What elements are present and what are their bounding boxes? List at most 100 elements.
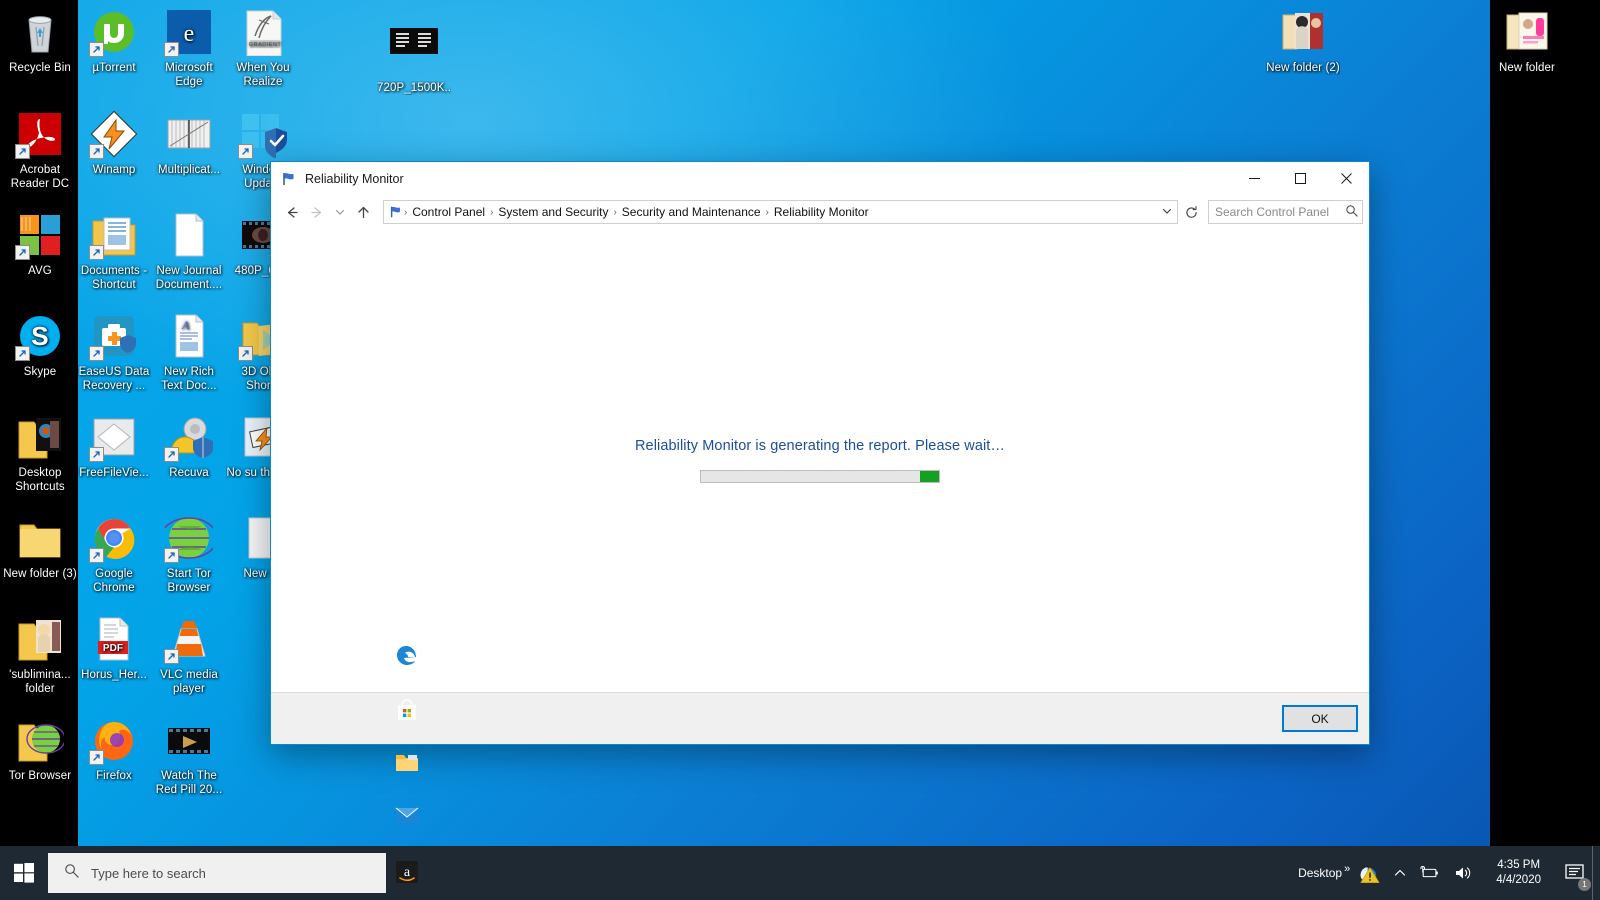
desktop-icon-desktop-shortcuts[interactable]: Desktop Shortcuts <box>3 413 77 494</box>
taskbar-item-mail[interactable] <box>386 792 430 846</box>
desktop-icon-documents-shortcut[interactable]: Documents - Shortcut <box>77 211 151 292</box>
recycle-bin-icon <box>16 8 64 56</box>
minimize-button[interactable] <box>1231 162 1277 194</box>
clock-time: 4:35 PM <box>1497 859 1541 871</box>
reliability-monitor-window[interactable]: Reliability Monitor › Control Panel › Sy… <box>270 161 1370 745</box>
taskbar-item-cortana[interactable] <box>386 522 430 576</box>
breadcrumb-item-security-and-maintenance[interactable]: Security and Maintenance <box>618 203 765 221</box>
shortcut-arrow-icon <box>89 750 104 765</box>
breadcrumb-item-reliability-monitor[interactable]: Reliability Monitor <box>770 203 873 221</box>
taskbar-item-amazon[interactable]: a <box>386 846 430 900</box>
up-button[interactable] <box>351 200 375 224</box>
search-icon[interactable] <box>1345 204 1358 220</box>
svg-text:e: e <box>184 21 195 47</box>
volume-icon[interactable] <box>1447 846 1479 900</box>
flag-icon <box>281 171 297 187</box>
documents-folder-icon <box>89 211 138 260</box>
clock[interactable]: 4:35 PM 4/4/2020 <box>1479 846 1558 900</box>
desktop-icon-skype[interactable]: S Skype <box>3 312 77 379</box>
desktop-icon-freefilevie[interactable]: FreeFileVie... <box>77 413 151 480</box>
tray-chevron-up-icon[interactable] <box>1387 846 1413 900</box>
back-button[interactable] <box>279 200 303 224</box>
shortcut-arrow-icon <box>238 144 253 159</box>
desktop-icon-recuva[interactable]: Recuva <box>152 413 226 480</box>
desktop-icon-new-folder-3[interactable]: New folder (3) <box>3 514 77 581</box>
desktop-icon-label: Skype <box>23 366 57 378</box>
tray-desktop-peek[interactable]: Desktop » <box>1291 846 1352 900</box>
refresh-icon[interactable] <box>1180 201 1202 223</box>
desktop-icon-new-journal-document[interactable]: New Journal Document.... <box>152 211 226 292</box>
ok-button[interactable]: OK <box>1282 705 1358 732</box>
desktop-icon-recycle-bin[interactable]: Recycle Bin <box>3 8 77 75</box>
show-desktop-button[interactable] <box>1592 846 1600 900</box>
desktop-icon-start-tor-browser[interactable]: Start Tor Browser <box>152 514 226 595</box>
breadcrumb-item-system-and-security[interactable]: System and Security <box>494 203 612 221</box>
forward-button[interactable] <box>305 200 329 224</box>
desktop-icon-easeus-data-recovery[interactable]: EaseUS Data Recovery ... <box>77 312 151 393</box>
window-titlebar[interactable]: Reliability Monitor <box>271 162 1369 195</box>
start-button[interactable] <box>0 846 48 900</box>
tray-overflow-icon[interactable]: » <box>1342 863 1350 883</box>
taskbar-item-file-explorer[interactable] <box>386 738 430 792</box>
desktop-icon-firefox[interactable]: Firefox <box>77 716 151 783</box>
flag-icon <box>389 205 403 219</box>
edge-tile-icon: e <box>164 8 213 57</box>
desktop-icon-label: New Rich Text Doc... <box>161 366 217 392</box>
folder-tor-icon <box>16 716 66 764</box>
search-input[interactable] <box>1215 205 1345 219</box>
action-center-icon[interactable]: 1 <box>1558 846 1592 900</box>
gradient-doc-icon: GRADIENT <box>239 8 287 57</box>
desktop-icon-multiplicat[interactable]: Multiplicat... <box>152 110 226 177</box>
close-button[interactable] <box>1323 162 1369 194</box>
taskbar-item-microsoft-store[interactable] <box>386 684 430 738</box>
taskbar-search-box[interactable]: Type here to search <box>48 853 386 893</box>
maximize-button[interactable] <box>1277 162 1323 194</box>
window-content-area: Reliability Monitor is generating the re… <box>271 229 1369 692</box>
taskbar-item-task-view[interactable] <box>386 576 430 630</box>
shortcut-arrow-icon <box>89 144 104 159</box>
desktop-icon-new-folder[interactable]: New folder <box>1490 8 1564 75</box>
desktop-icon-sublimina-folder[interactable]: 'sublimina... folder <box>3 615 77 696</box>
shortcut-arrow-icon <box>15 245 30 260</box>
utorrent-icon <box>89 8 138 57</box>
security-warning-icon[interactable] <box>1352 846 1387 900</box>
shortcut-arrow-icon <box>238 346 253 361</box>
desktop-icon-new-rich-text-doc[interactable]: A New Rich Text Doc... <box>152 312 226 393</box>
shortcut-arrow-icon <box>164 447 179 462</box>
window-title: Reliability Monitor <box>305 171 404 186</box>
desktop-icon-720p-1500k[interactable]: 720P_1500K... <box>377 28 451 95</box>
desktop-icon-vlc-media-player[interactable]: VLC media player <box>152 615 226 696</box>
taskbar-item-microsoft-edge[interactable] <box>386 630 430 684</box>
search-control-panel-box[interactable] <box>1208 200 1363 224</box>
shortcut-arrow-icon <box>15 346 30 361</box>
desktop-icon-label: Documents - Shortcut <box>80 265 148 291</box>
desktop-icon-new-folder-2[interactable]: New folder (2) <box>1266 8 1340 75</box>
edge-icon <box>395 644 421 670</box>
desktop-icon-avg[interactable]: AVG <box>3 211 77 278</box>
desktop-icon-google-chrome[interactable]: Google Chrome <box>77 514 151 595</box>
desktop-icon-watch-the-red-pill-20[interactable]: Watch The Red Pill 20... <box>152 716 226 797</box>
desktop-icon-microsoft-edge[interactable]: e Microsoft Edge <box>152 8 226 89</box>
folder-photo-icon <box>16 413 64 461</box>
right-monitor-bezel <box>1490 0 1600 846</box>
desktop-icon-when-you-realize[interactable]: GRADIENT When You Realize <box>226 8 300 89</box>
desktop-icon-horus-her[interactable]: PDF Horus_Her... <box>77 615 151 682</box>
chevron-down-icon[interactable] <box>1159 206 1175 219</box>
breadcrumb-item-control-panel[interactable]: Control Panel <box>408 203 489 221</box>
windows-update-icon <box>238 110 287 159</box>
recent-locations-button[interactable] <box>331 200 349 224</box>
desktop-icon-label: New folder (2) <box>1266 62 1340 74</box>
amazon-icon: a <box>395 860 421 886</box>
breadcrumb[interactable]: › Control Panel › System and Security › … <box>383 200 1178 224</box>
action-center-badge: 1 <box>1578 878 1591 891</box>
desktop-icon-tor-browser[interactable]: Tor Browser <box>3 716 77 783</box>
desktop-icon-label: EaseUS Data Recovery ... <box>78 366 150 392</box>
desktop-icon-label: Watch The Red Pill 20... <box>155 770 223 796</box>
desktop-icon-winamp[interactable]: Winamp <box>77 110 151 177</box>
mail-icon <box>395 806 421 832</box>
shortcut-arrow-icon <box>89 245 104 260</box>
freefileviewer-icon <box>89 413 138 462</box>
battery-icon[interactable] <box>1413 846 1447 900</box>
desktop-icon-torrent[interactable]: µTorrent <box>77 8 151 75</box>
desktop-icon-acrobat-reader-dc[interactable]: Acrobat Reader DC <box>3 110 77 191</box>
